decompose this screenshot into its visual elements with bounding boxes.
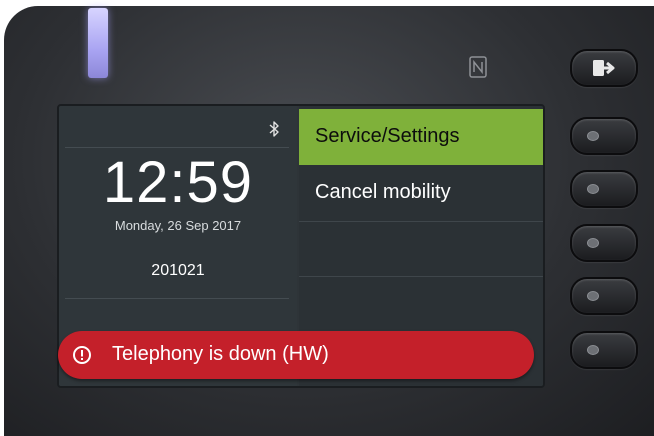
exit-key[interactable] — [570, 49, 638, 87]
menu-divider — [299, 276, 543, 277]
logout-arrow-icon — [593, 60, 615, 76]
key-indicator — [587, 238, 599, 248]
divider — [65, 298, 289, 299]
extension-number: 201021 — [151, 262, 205, 279]
softkey-1[interactable] — [570, 117, 638, 155]
alert-circle-icon — [73, 346, 91, 364]
menu-item-cancel-mobility[interactable]: Cancel mobility — [299, 165, 543, 221]
softkey-4[interactable] — [570, 277, 638, 315]
menu-item-service-settings[interactable]: Service/Settings — [299, 109, 543, 165]
softkey-2[interactable] — [570, 170, 638, 208]
key-indicator — [587, 291, 599, 301]
date-label: Monday, 26 Sep 2017 — [114, 218, 242, 233]
key-indicator — [587, 345, 599, 355]
alert-banner[interactable]: Telephony is down (HW) — [58, 331, 534, 379]
key-indicator — [587, 184, 599, 194]
nfc-icon — [469, 56, 487, 78]
menu-item-label: Service/Settings — [315, 125, 460, 147]
menu-item-label: Cancel mobility — [315, 181, 451, 203]
menu-divider — [299, 221, 543, 222]
desk-phone: 12:59 Monday, 26 Sep 2017 201021 Service… — [0, 0, 654, 436]
alert-message: Telephony is down (HW) — [112, 343, 329, 365]
softkey-3[interactable] — [570, 224, 638, 262]
message-waiting-led — [88, 8, 108, 78]
softkey-5[interactable] — [570, 331, 638, 369]
clock-time: 12:59 — [102, 150, 254, 215]
bluetooth-icon — [269, 121, 279, 137]
key-indicator — [587, 131, 599, 141]
